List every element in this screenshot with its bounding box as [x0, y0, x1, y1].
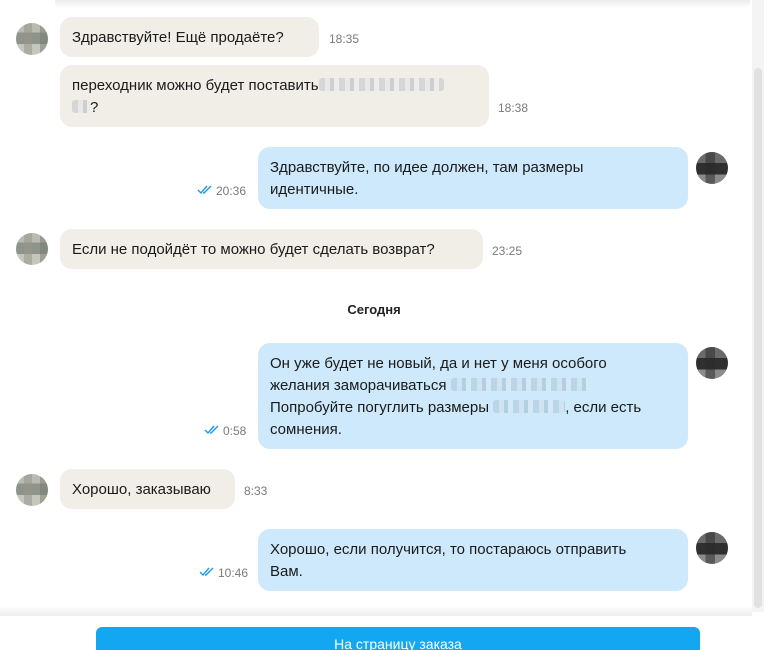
blurred-text: [450, 378, 589, 391]
message-text: Вам.: [270, 563, 303, 580]
message-text: сомнения.: [270, 421, 342, 438]
bottom-fade: [0, 606, 752, 616]
blurred-text: [318, 78, 444, 91]
message-time: 23:25: [492, 244, 523, 258]
message-bubble-incoming: Хорошо, заказываю: [60, 469, 235, 509]
message-time: 8:33: [244, 484, 268, 498]
buyer-avatar[interactable]: [16, 474, 48, 506]
message-bubble-incoming: переходник можно будет поставить ?: [60, 65, 489, 127]
message-time: 18:38: [498, 101, 529, 115]
message-time: 10:46: [199, 566, 248, 580]
chat-window: Здравствуйте! Ещё продаёте? 18:35 перехо…: [0, 0, 781, 650]
blurred-text: [72, 100, 90, 113]
message-bubble-incoming: Здравствуйте! Ещё продаёте?: [60, 17, 319, 57]
message-text: Он уже будет не новый, да и нет у меня о…: [270, 355, 607, 372]
message-text: Если не подойдёт то можно будет сделать …: [72, 241, 435, 258]
message-time: 20:36: [197, 184, 246, 198]
message-bubble-incoming: Если не подойдёт то можно будет сделать …: [60, 229, 483, 269]
go-to-order-button[interactable]: На страницу заказа: [96, 627, 700, 650]
double-check-icon: [197, 185, 212, 195]
double-check-icon: [204, 425, 219, 435]
double-check-icon: [199, 567, 214, 577]
message-text: желания заморачиваться: [270, 377, 447, 394]
message-text: Хорошо, заказываю: [72, 481, 211, 498]
message-time: 18:35: [329, 32, 360, 46]
message-text: Здравствуйте! Ещё продаёте?: [72, 29, 284, 46]
message-text: переходник можно будет поставить: [72, 77, 319, 94]
message-bubble-outgoing: Здравствуйте, по идее должен, там размер…: [258, 147, 688, 209]
seller-avatar[interactable]: [696, 532, 728, 564]
message-time-text: 0:58: [223, 424, 247, 438]
message-text: идентичные.: [270, 181, 359, 198]
blurred-text: [493, 400, 566, 413]
chat-scrollbar[interactable]: [752, 0, 764, 612]
message-text: ?: [90, 99, 99, 116]
seller-avatar[interactable]: [696, 347, 728, 379]
date-separator: Сегодня: [347, 302, 401, 317]
seller-avatar[interactable]: [696, 152, 728, 184]
message-time-text: 10:46: [218, 566, 249, 580]
message-time: 0:58: [204, 424, 246, 438]
message-text: Попробуйте погуглить размеры: [270, 399, 490, 416]
message-time-text: 20:36: [216, 184, 247, 198]
message-text: Хорошо, если получится, то постараюсь от…: [270, 541, 627, 558]
top-fade: [55, 0, 750, 8]
scroll-thumb[interactable]: [754, 68, 762, 608]
message-bubble-outgoing: Хорошо, если получится, то постараюсь от…: [258, 529, 688, 591]
message-text: Здравствуйте, по идее должен, там размер…: [270, 159, 584, 176]
buyer-avatar[interactable]: [16, 23, 48, 55]
message-bubble-outgoing: Он уже будет не новый, да и нет у меня о…: [258, 343, 688, 449]
message-text: , если есть: [565, 399, 642, 416]
buyer-avatar[interactable]: [16, 233, 48, 265]
